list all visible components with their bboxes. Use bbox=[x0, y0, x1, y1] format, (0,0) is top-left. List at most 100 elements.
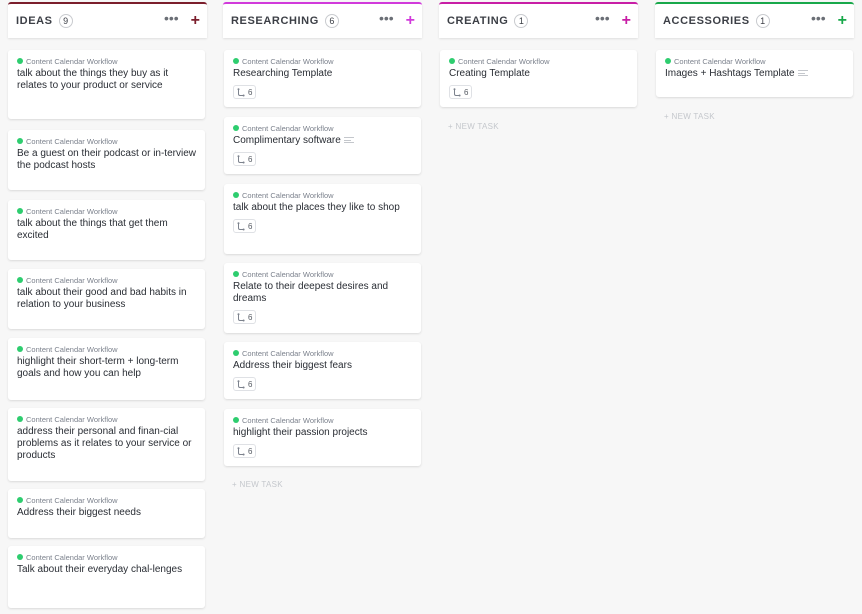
status-dot-icon bbox=[233, 350, 239, 356]
column-count-badge: 1 bbox=[755, 14, 770, 28]
card-list-label: Content Calendar Workflow bbox=[233, 190, 413, 200]
card-list-label: Content Calendar Workflow bbox=[233, 123, 413, 133]
add-task-plus-icon[interactable]: + bbox=[406, 13, 415, 29]
task-card[interactable]: Content Calendar Workflow Images + Hasht… bbox=[656, 50, 853, 97]
task-card[interactable]: Content Calendar Workflow Relate to thei… bbox=[224, 263, 421, 333]
card-list-label: Content Calendar Workflow bbox=[17, 56, 197, 66]
task-card[interactable]: Content Calendar Workflow Complimentary … bbox=[224, 117, 421, 174]
status-dot-icon bbox=[233, 417, 239, 423]
add-task-plus-icon[interactable]: + bbox=[622, 13, 631, 29]
subtask-count: 6 bbox=[248, 154, 253, 164]
subtask-count-badge[interactable]: 6 bbox=[233, 219, 257, 233]
task-card[interactable]: Content Calendar Workflow Be a guest on … bbox=[8, 130, 205, 190]
card-list-label: Content Calendar Workflow bbox=[233, 415, 413, 425]
task-title: Creating Template bbox=[449, 68, 530, 79]
list-name: Content Calendar Workflow bbox=[458, 56, 550, 66]
list-name: Content Calendar Workflow bbox=[26, 275, 118, 285]
status-dot-icon bbox=[233, 271, 239, 277]
status-dot-icon bbox=[233, 58, 239, 64]
task-title: highlight their short-term + long-term g… bbox=[17, 356, 179, 379]
subtask-count-badge[interactable]: 6 bbox=[233, 85, 257, 99]
task-title: talk about the things they buy as it rel… bbox=[17, 68, 169, 91]
task-card[interactable]: Content Calendar Workflow address their … bbox=[8, 408, 205, 481]
task-card[interactable]: Content Calendar Workflow highlight thei… bbox=[8, 338, 205, 400]
subtask-icon bbox=[453, 87, 461, 96]
column-count-badge: 6 bbox=[324, 14, 339, 28]
task-title: Talk about their everyday chal-lenges bbox=[17, 564, 183, 575]
status-dot-icon bbox=[233, 192, 239, 198]
status-dot-icon bbox=[17, 416, 23, 422]
status-dot-icon bbox=[17, 497, 23, 503]
task-card[interactable]: Content Calendar Workflow Talk about the… bbox=[8, 546, 205, 608]
status-dot-icon bbox=[17, 58, 23, 64]
card-list-label: Content Calendar Workflow bbox=[17, 275, 197, 285]
task-title: talk about the places they like to shop bbox=[233, 202, 400, 213]
more-options-icon[interactable]: ••• bbox=[379, 11, 394, 25]
task-card[interactable]: Content Calendar Workflow Researching Te… bbox=[224, 50, 421, 107]
status-dot-icon bbox=[17, 554, 23, 560]
status-dot-icon bbox=[17, 208, 23, 214]
description-icon bbox=[797, 70, 808, 77]
task-title: Researching Template bbox=[233, 68, 333, 79]
card-list-label: Content Calendar Workflow bbox=[17, 344, 197, 354]
subtask-count: 6 bbox=[248, 87, 253, 97]
column-header-accessories: ACCESSORIES 1 ••• + bbox=[655, 2, 854, 38]
task-card[interactable]: Content Calendar Workflow highlight thei… bbox=[224, 409, 421, 466]
task-title: Address their biggest fears bbox=[233, 360, 352, 371]
card-list-label: Content Calendar Workflow bbox=[449, 56, 629, 66]
task-title: Images + Hashtags Template bbox=[665, 68, 795, 79]
add-task-plus-icon[interactable]: + bbox=[838, 13, 847, 29]
subtask-icon bbox=[237, 154, 245, 163]
column-title: IDEAS bbox=[16, 15, 53, 27]
task-card[interactable]: Content Calendar Workflow Creating Templ… bbox=[440, 50, 637, 107]
status-dot-icon bbox=[233, 125, 239, 131]
list-name: Content Calendar Workflow bbox=[242, 269, 334, 279]
task-card[interactable]: Content Calendar Workflow talk about the… bbox=[8, 200, 205, 260]
more-options-icon[interactable]: ••• bbox=[595, 11, 610, 25]
column-ideas: IDEAS 9 ••• + bbox=[8, 2, 207, 38]
column-header-researching: RESEARCHING 6 ••• + bbox=[223, 2, 422, 38]
subtask-count-badge[interactable]: 6 bbox=[449, 85, 473, 99]
subtask-count: 6 bbox=[248, 446, 253, 456]
card-list-label: Content Calendar Workflow bbox=[17, 495, 197, 505]
new-task-button[interactable]: + NEW TASK bbox=[448, 122, 499, 131]
card-list-label: Content Calendar Workflow bbox=[17, 414, 197, 424]
subtask-count: 6 bbox=[464, 87, 469, 97]
status-dot-icon bbox=[17, 346, 23, 352]
column-accessories: ACCESSORIES 1 ••• + bbox=[655, 2, 854, 38]
subtask-count: 6 bbox=[248, 312, 253, 322]
task-title: Address their biggest needs bbox=[17, 507, 141, 518]
task-card[interactable]: Content Calendar Workflow Address their … bbox=[8, 489, 205, 538]
list-name: Content Calendar Workflow bbox=[674, 56, 766, 66]
more-options-icon[interactable]: ••• bbox=[164, 11, 179, 25]
status-dot-icon bbox=[665, 58, 671, 64]
subtask-icon bbox=[237, 379, 245, 388]
task-card[interactable]: Content Calendar Workflow talk about the… bbox=[224, 184, 421, 254]
list-name: Content Calendar Workflow bbox=[242, 56, 334, 66]
subtask-icon bbox=[237, 312, 245, 321]
column-title: ACCESSORIES bbox=[663, 15, 750, 27]
new-task-button[interactable]: + NEW TASK bbox=[232, 480, 283, 489]
subtask-count-badge[interactable]: 6 bbox=[233, 152, 257, 166]
subtask-count-badge[interactable]: 6 bbox=[233, 310, 257, 324]
column-creating: CREATING 1 ••• + bbox=[439, 2, 638, 38]
subtask-icon bbox=[237, 221, 245, 230]
column-title: CREATING bbox=[447, 15, 509, 27]
subtask-count-badge[interactable]: 6 bbox=[233, 377, 257, 391]
task-card[interactable]: Content Calendar Workflow Address their … bbox=[224, 342, 421, 399]
description-icon bbox=[343, 137, 354, 144]
subtask-icon bbox=[237, 87, 245, 96]
task-card[interactable]: Content Calendar Workflow talk about the… bbox=[8, 269, 205, 329]
list-name: Content Calendar Workflow bbox=[26, 206, 118, 216]
add-task-plus-icon[interactable]: + bbox=[191, 13, 200, 29]
subtask-count-badge[interactable]: 6 bbox=[233, 444, 257, 458]
task-title-row: Complimentary software bbox=[233, 135, 413, 147]
card-list-label: Content Calendar Workflow bbox=[233, 269, 413, 279]
more-options-icon[interactable]: ••• bbox=[811, 11, 826, 25]
task-card[interactable]: Content Calendar Workflow talk about the… bbox=[8, 50, 205, 119]
task-title: Relate to their deepest desires and drea… bbox=[233, 281, 389, 304]
list-name: Content Calendar Workflow bbox=[26, 136, 118, 146]
status-dot-icon bbox=[449, 58, 455, 64]
task-title: Be a guest on their podcast or in-tervie… bbox=[17, 148, 196, 171]
new-task-button[interactable]: + NEW TASK bbox=[664, 112, 715, 121]
